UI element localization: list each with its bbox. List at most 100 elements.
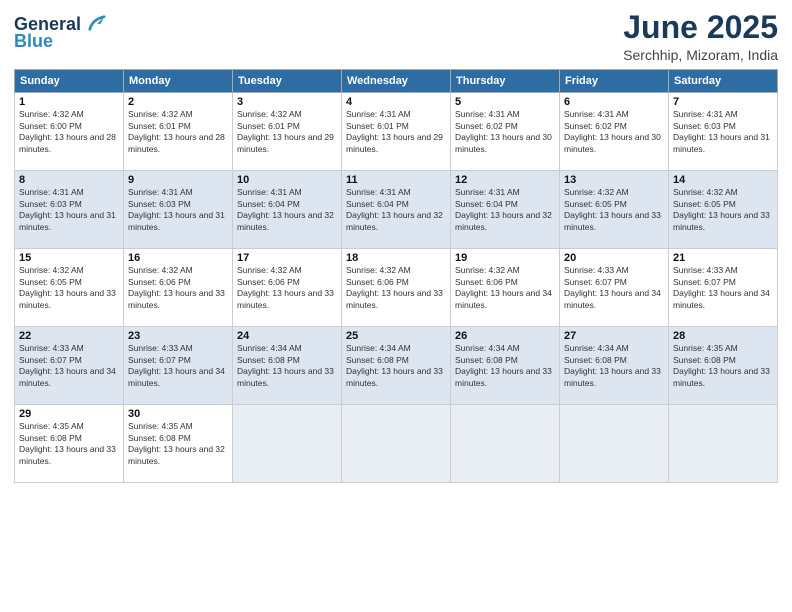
day-info: Sunrise: 4:34 AM Sunset: 6:08 PM Dayligh… bbox=[564, 343, 664, 389]
calendar-cell: 30Sunrise: 4:35 AM Sunset: 6:08 PM Dayli… bbox=[124, 405, 233, 483]
day-info: Sunrise: 4:32 AM Sunset: 6:01 PM Dayligh… bbox=[237, 109, 337, 155]
day-number: 29 bbox=[19, 408, 119, 420]
calendar-cell bbox=[233, 405, 342, 483]
day-number: 17 bbox=[237, 252, 337, 264]
day-number: 25 bbox=[346, 330, 446, 342]
header-saturday: Saturday bbox=[669, 70, 778, 93]
calendar-cell: 23Sunrise: 4:33 AM Sunset: 6:07 PM Dayli… bbox=[124, 327, 233, 405]
day-number: 14 bbox=[673, 174, 773, 186]
calendar-cell: 10Sunrise: 4:31 AM Sunset: 6:04 PM Dayli… bbox=[233, 171, 342, 249]
weekday-header-row: Sunday Monday Tuesday Wednesday Thursday… bbox=[15, 70, 778, 93]
logo-icon bbox=[88, 14, 106, 32]
calendar-cell bbox=[669, 405, 778, 483]
day-info: Sunrise: 4:31 AM Sunset: 6:02 PM Dayligh… bbox=[455, 109, 555, 155]
calendar-cell: 22Sunrise: 4:33 AM Sunset: 6:07 PM Dayli… bbox=[15, 327, 124, 405]
day-info: Sunrise: 4:32 AM Sunset: 6:06 PM Dayligh… bbox=[237, 265, 337, 311]
day-number: 4 bbox=[346, 96, 446, 108]
header: General Blue June 2025 Serchhip, Mizoram… bbox=[14, 10, 778, 63]
day-info: Sunrise: 4:32 AM Sunset: 6:00 PM Dayligh… bbox=[19, 109, 119, 155]
calendar-row: 29Sunrise: 4:35 AM Sunset: 6:08 PM Dayli… bbox=[15, 405, 778, 483]
day-info: Sunrise: 4:33 AM Sunset: 6:07 PM Dayligh… bbox=[673, 265, 773, 311]
header-monday: Monday bbox=[124, 70, 233, 93]
header-wednesday: Wednesday bbox=[342, 70, 451, 93]
calendar-cell: 16Sunrise: 4:32 AM Sunset: 6:06 PM Dayli… bbox=[124, 249, 233, 327]
day-number: 8 bbox=[19, 174, 119, 186]
day-info: Sunrise: 4:32 AM Sunset: 6:01 PM Dayligh… bbox=[128, 109, 228, 155]
day-info: Sunrise: 4:31 AM Sunset: 6:03 PM Dayligh… bbox=[19, 187, 119, 233]
calendar-row: 22Sunrise: 4:33 AM Sunset: 6:07 PM Dayli… bbox=[15, 327, 778, 405]
header-tuesday: Tuesday bbox=[233, 70, 342, 93]
day-number: 19 bbox=[455, 252, 555, 264]
calendar-cell: 2Sunrise: 4:32 AM Sunset: 6:01 PM Daylig… bbox=[124, 93, 233, 171]
calendar-cell: 27Sunrise: 4:34 AM Sunset: 6:08 PM Dayli… bbox=[560, 327, 669, 405]
day-info: Sunrise: 4:34 AM Sunset: 6:08 PM Dayligh… bbox=[346, 343, 446, 389]
day-number: 30 bbox=[128, 408, 228, 420]
day-number: 18 bbox=[346, 252, 446, 264]
calendar-cell: 21Sunrise: 4:33 AM Sunset: 6:07 PM Dayli… bbox=[669, 249, 778, 327]
logo: General Blue bbox=[14, 14, 106, 52]
calendar-cell bbox=[342, 405, 451, 483]
day-info: Sunrise: 4:32 AM Sunset: 6:06 PM Dayligh… bbox=[455, 265, 555, 311]
day-info: Sunrise: 4:31 AM Sunset: 6:01 PM Dayligh… bbox=[346, 109, 446, 155]
calendar-cell: 24Sunrise: 4:34 AM Sunset: 6:08 PM Dayli… bbox=[233, 327, 342, 405]
day-info: Sunrise: 4:34 AM Sunset: 6:08 PM Dayligh… bbox=[455, 343, 555, 389]
day-info: Sunrise: 4:32 AM Sunset: 6:05 PM Dayligh… bbox=[19, 265, 119, 311]
day-info: Sunrise: 4:31 AM Sunset: 6:04 PM Dayligh… bbox=[237, 187, 337, 233]
calendar-row: 8Sunrise: 4:31 AM Sunset: 6:03 PM Daylig… bbox=[15, 171, 778, 249]
header-sunday: Sunday bbox=[15, 70, 124, 93]
calendar-cell: 4Sunrise: 4:31 AM Sunset: 6:01 PM Daylig… bbox=[342, 93, 451, 171]
location-subtitle: Serchhip, Mizoram, India bbox=[623, 47, 778, 63]
day-number: 7 bbox=[673, 96, 773, 108]
day-number: 3 bbox=[237, 96, 337, 108]
calendar-row: 15Sunrise: 4:32 AM Sunset: 6:05 PM Dayli… bbox=[15, 249, 778, 327]
day-number: 2 bbox=[128, 96, 228, 108]
day-info: Sunrise: 4:31 AM Sunset: 6:03 PM Dayligh… bbox=[128, 187, 228, 233]
day-info: Sunrise: 4:33 AM Sunset: 6:07 PM Dayligh… bbox=[19, 343, 119, 389]
day-number: 15 bbox=[19, 252, 119, 264]
day-info: Sunrise: 4:35 AM Sunset: 6:08 PM Dayligh… bbox=[19, 421, 119, 467]
day-number: 12 bbox=[455, 174, 555, 186]
header-thursday: Thursday bbox=[451, 70, 560, 93]
day-number: 16 bbox=[128, 252, 228, 264]
calendar-cell: 9Sunrise: 4:31 AM Sunset: 6:03 PM Daylig… bbox=[124, 171, 233, 249]
day-number: 5 bbox=[455, 96, 555, 108]
day-number: 6 bbox=[564, 96, 664, 108]
calendar-cell: 28Sunrise: 4:35 AM Sunset: 6:08 PM Dayli… bbox=[669, 327, 778, 405]
calendar-cell bbox=[451, 405, 560, 483]
day-info: Sunrise: 4:32 AM Sunset: 6:05 PM Dayligh… bbox=[564, 187, 664, 233]
day-info: Sunrise: 4:32 AM Sunset: 6:05 PM Dayligh… bbox=[673, 187, 773, 233]
calendar-cell: 15Sunrise: 4:32 AM Sunset: 6:05 PM Dayli… bbox=[15, 249, 124, 327]
calendar-row: 1Sunrise: 4:32 AM Sunset: 6:00 PM Daylig… bbox=[15, 93, 778, 171]
calendar-cell: 8Sunrise: 4:31 AM Sunset: 6:03 PM Daylig… bbox=[15, 171, 124, 249]
calendar-cell: 26Sunrise: 4:34 AM Sunset: 6:08 PM Dayli… bbox=[451, 327, 560, 405]
day-info: Sunrise: 4:35 AM Sunset: 6:08 PM Dayligh… bbox=[673, 343, 773, 389]
title-block: June 2025 Serchhip, Mizoram, India bbox=[623, 10, 778, 63]
day-info: Sunrise: 4:35 AM Sunset: 6:08 PM Dayligh… bbox=[128, 421, 228, 467]
day-number: 1 bbox=[19, 96, 119, 108]
day-number: 9 bbox=[128, 174, 228, 186]
calendar-cell: 11Sunrise: 4:31 AM Sunset: 6:04 PM Dayli… bbox=[342, 171, 451, 249]
calendar-cell: 13Sunrise: 4:32 AM Sunset: 6:05 PM Dayli… bbox=[560, 171, 669, 249]
day-info: Sunrise: 4:32 AM Sunset: 6:06 PM Dayligh… bbox=[128, 265, 228, 311]
header-friday: Friday bbox=[560, 70, 669, 93]
month-title: June 2025 bbox=[623, 10, 778, 45]
day-number: 10 bbox=[237, 174, 337, 186]
calendar-cell bbox=[560, 405, 669, 483]
calendar-cell: 3Sunrise: 4:32 AM Sunset: 6:01 PM Daylig… bbox=[233, 93, 342, 171]
calendar-table: Sunday Monday Tuesday Wednesday Thursday… bbox=[14, 69, 778, 483]
calendar-cell: 6Sunrise: 4:31 AM Sunset: 6:02 PM Daylig… bbox=[560, 93, 669, 171]
calendar-cell: 17Sunrise: 4:32 AM Sunset: 6:06 PM Dayli… bbox=[233, 249, 342, 327]
calendar-container: General Blue June 2025 Serchhip, Mizoram… bbox=[0, 0, 792, 493]
day-info: Sunrise: 4:31 AM Sunset: 6:03 PM Dayligh… bbox=[673, 109, 773, 155]
calendar-cell: 25Sunrise: 4:34 AM Sunset: 6:08 PM Dayli… bbox=[342, 327, 451, 405]
day-number: 23 bbox=[128, 330, 228, 342]
day-number: 20 bbox=[564, 252, 664, 264]
day-number: 28 bbox=[673, 330, 773, 342]
day-number: 26 bbox=[455, 330, 555, 342]
day-number: 11 bbox=[346, 174, 446, 186]
day-info: Sunrise: 4:33 AM Sunset: 6:07 PM Dayligh… bbox=[128, 343, 228, 389]
day-number: 13 bbox=[564, 174, 664, 186]
calendar-cell: 29Sunrise: 4:35 AM Sunset: 6:08 PM Dayli… bbox=[15, 405, 124, 483]
calendar-cell: 18Sunrise: 4:32 AM Sunset: 6:06 PM Dayli… bbox=[342, 249, 451, 327]
calendar-cell: 12Sunrise: 4:31 AM Sunset: 6:04 PM Dayli… bbox=[451, 171, 560, 249]
